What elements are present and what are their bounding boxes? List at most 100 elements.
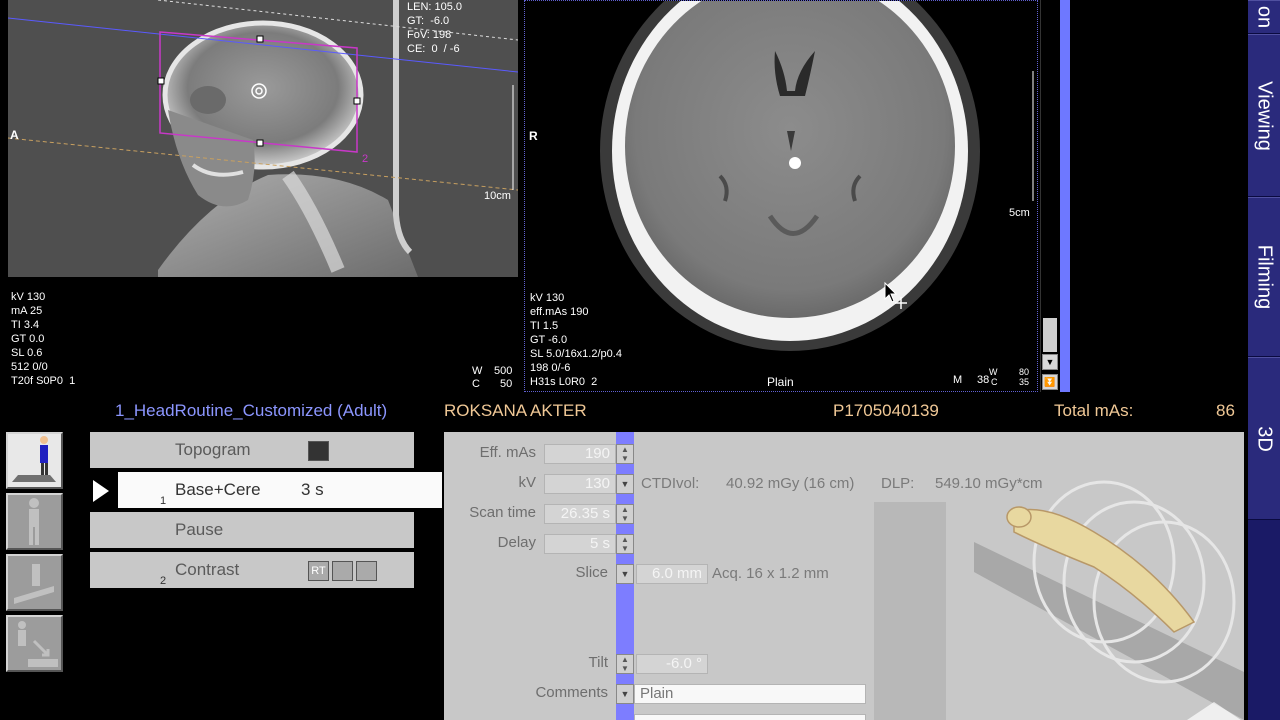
slice-select[interactable]: 6.0 mm [636, 564, 708, 584]
topogram-scale-label: 10cm [484, 190, 511, 202]
step-pause[interactable]: Pause [90, 512, 414, 550]
step-number: 1 [160, 495, 167, 507]
tab-filming[interactable]: Filming [1248, 197, 1280, 357]
axial-c-value: 35 [1019, 377, 1030, 387]
step-label: Contrast [175, 560, 240, 579]
kv-dropdown-icon[interactable]: ▼ [616, 474, 634, 494]
topogram-param-kernel: T20f S0P0 1 [11, 375, 76, 387]
scroll-down-icon[interactable]: ▼ [1042, 354, 1058, 370]
eff-mas-spinner-icon[interactable]: ▲ ▼ [616, 444, 634, 464]
ctdivol-label: CTDIvol: [641, 475, 700, 492]
tab-viewing[interactable]: Viewing [1248, 34, 1280, 197]
axial-param-ti: TI 1.5 [530, 320, 559, 332]
comments-input-2[interactable] [634, 714, 866, 720]
person-standing-icon [29, 498, 39, 545]
axial-m-label: M [953, 374, 963, 386]
tab-filming-label: Filming [1253, 244, 1276, 310]
scan-box-marker: 2 [362, 153, 369, 165]
current-step-arrow-icon [90, 472, 118, 510]
tilt-spinner-icon[interactable]: ▲ ▼ [616, 654, 634, 674]
patient-transfer-icon [18, 621, 58, 667]
tab-examination[interactable]: on [1248, 0, 1280, 34]
axial-series-label: Plain [767, 375, 794, 389]
slice-dropdown-icon[interactable]: ▼ [616, 564, 634, 584]
scan-time-label: Scan time [469, 504, 536, 521]
slice-label: Slice [575, 564, 608, 581]
total-mas-label: Total mAs: [1054, 401, 1134, 420]
axial-param-mas: eff.mAs 190 [530, 306, 589, 318]
axial-param-gt: GT -6.0 [530, 334, 568, 346]
contrast-option-3[interactable] [356, 561, 377, 581]
patient-table-icon [14, 564, 54, 604]
scan-parameters-panel: Eff. mAs 190 ▲ ▼ kV 130 ▼ CTDIvol: 40.92 … [444, 432, 1244, 720]
delay-spinner-icon[interactable]: ▲ ▼ [616, 534, 634, 554]
tilt-input[interactable]: -6.0 ° [636, 654, 708, 674]
topogram-param-ma: mA 25 [11, 305, 43, 317]
topogram-c-value: 50 [500, 378, 513, 390]
step-label: Base+Cere [175, 480, 261, 499]
mouse-cursor-icon [884, 281, 907, 309]
acquisition-label: Acq. 16 x 1.2 mm [712, 565, 829, 582]
axial-viewport[interactable]: R 5cm kV 130 eff.mAs 190 TI 1.5 GT -6.0 … [524, 0, 1038, 392]
patient-id: P1705040139 [833, 401, 939, 420]
topogram-param-ti: TI 3.4 [11, 319, 40, 331]
task-card-tabs: on Viewing Filming 3D [1248, 0, 1280, 720]
comments-dropdown-icon[interactable]: ▼ [616, 684, 634, 704]
topogram-fov: FoV: 198 [407, 29, 452, 41]
ctdivol-value: 40.92 mGy (16 cm) [726, 475, 855, 492]
eff-mas-input[interactable]: 190 [544, 444, 616, 464]
axial-m-value: 38 [977, 374, 990, 386]
tab-3d[interactable]: 3D [1248, 357, 1280, 520]
topogram-w-value: 500 [494, 365, 513, 377]
axial-scale-label: 5cm [1009, 207, 1030, 219]
patient-table-button[interactable] [6, 554, 63, 611]
axial-param-kv: kV 130 [530, 292, 565, 304]
delay-label: Delay [497, 534, 536, 551]
comments-input[interactable]: Plain [634, 684, 866, 704]
kv-label: kV [518, 474, 536, 491]
topogram-w-label: W [472, 365, 483, 377]
contrast-option-2[interactable] [332, 561, 353, 581]
step-label: Pause [175, 520, 224, 539]
total-mas-value: 86 [1216, 401, 1235, 420]
topogram-c-label: C [472, 378, 480, 390]
kv-select[interactable]: 130 [544, 474, 616, 494]
patient-standing-button[interactable] [6, 493, 63, 550]
axial-side-label: R [529, 129, 538, 143]
topogram-len: LEN: 105.0 [407, 1, 463, 13]
axial-param-sl: SL 5.0/16x1.2/p0.4 [530, 348, 622, 360]
topogram-viewport[interactable]: LEN: 105.0 GT: -6.0 FoV: 198 CE: 0 / -6 … [6, 0, 520, 392]
patient-transfer-button[interactable] [6, 615, 63, 672]
gantry-patient-illustration [874, 480, 1244, 720]
topogram-gt: GT: -6.0 [407, 15, 450, 27]
topogram-side-label: A [10, 128, 19, 142]
topogram-thumbnail-icon [308, 441, 329, 461]
topogram-ce: CE: 0 / -6 [407, 43, 460, 55]
delay-input[interactable]: 5 s [544, 534, 616, 554]
step-contrast[interactable]: Contrast 2 RT [90, 552, 414, 590]
image-scrollbar[interactable]: ▼ ⏬ [1040, 0, 1058, 392]
axial-ct-image[interactable] [525, 1, 1038, 392]
step-number: 2 [160, 575, 167, 587]
patient-name: ROKSANA AKTER [444, 401, 587, 420]
axial-c-label: C [991, 377, 998, 387]
scroll-end-icon[interactable]: ⏬ [1042, 374, 1058, 390]
protocol-name: 1_HeadRoutine_Customized (Adult) [115, 401, 388, 420]
tab-3d-label: 3D [1253, 425, 1276, 452]
step-duration: 3 s [301, 480, 324, 499]
eff-mas-label: Eff. mAs [479, 444, 536, 461]
tab-viewing-label: Viewing [1253, 80, 1276, 151]
step-base-cere[interactable]: Base+Cere 1 3 s [90, 472, 442, 510]
patient-on-table-icon [12, 436, 56, 482]
axial-param-kernel: H31s L0R0 2 [530, 376, 598, 388]
step-topogram[interactable]: Topogram [90, 432, 414, 470]
comments-label: Comments [535, 684, 608, 701]
step-label: Topogram [175, 440, 251, 459]
topogram-param-gt: GT 0.0 [11, 333, 45, 345]
patient-info-bar: 1_HeadRoutine_Customized (Adult) ROKSANA… [0, 396, 1248, 426]
rt-toggle[interactable]: RT [308, 561, 329, 581]
scan-time-input[interactable]: 26.35 s [544, 504, 616, 524]
patient-model-button[interactable] [6, 432, 63, 489]
scrollbar-thumb[interactable] [1043, 318, 1057, 352]
scan-time-spinner-icon[interactable]: ▲ ▼ [616, 504, 634, 524]
